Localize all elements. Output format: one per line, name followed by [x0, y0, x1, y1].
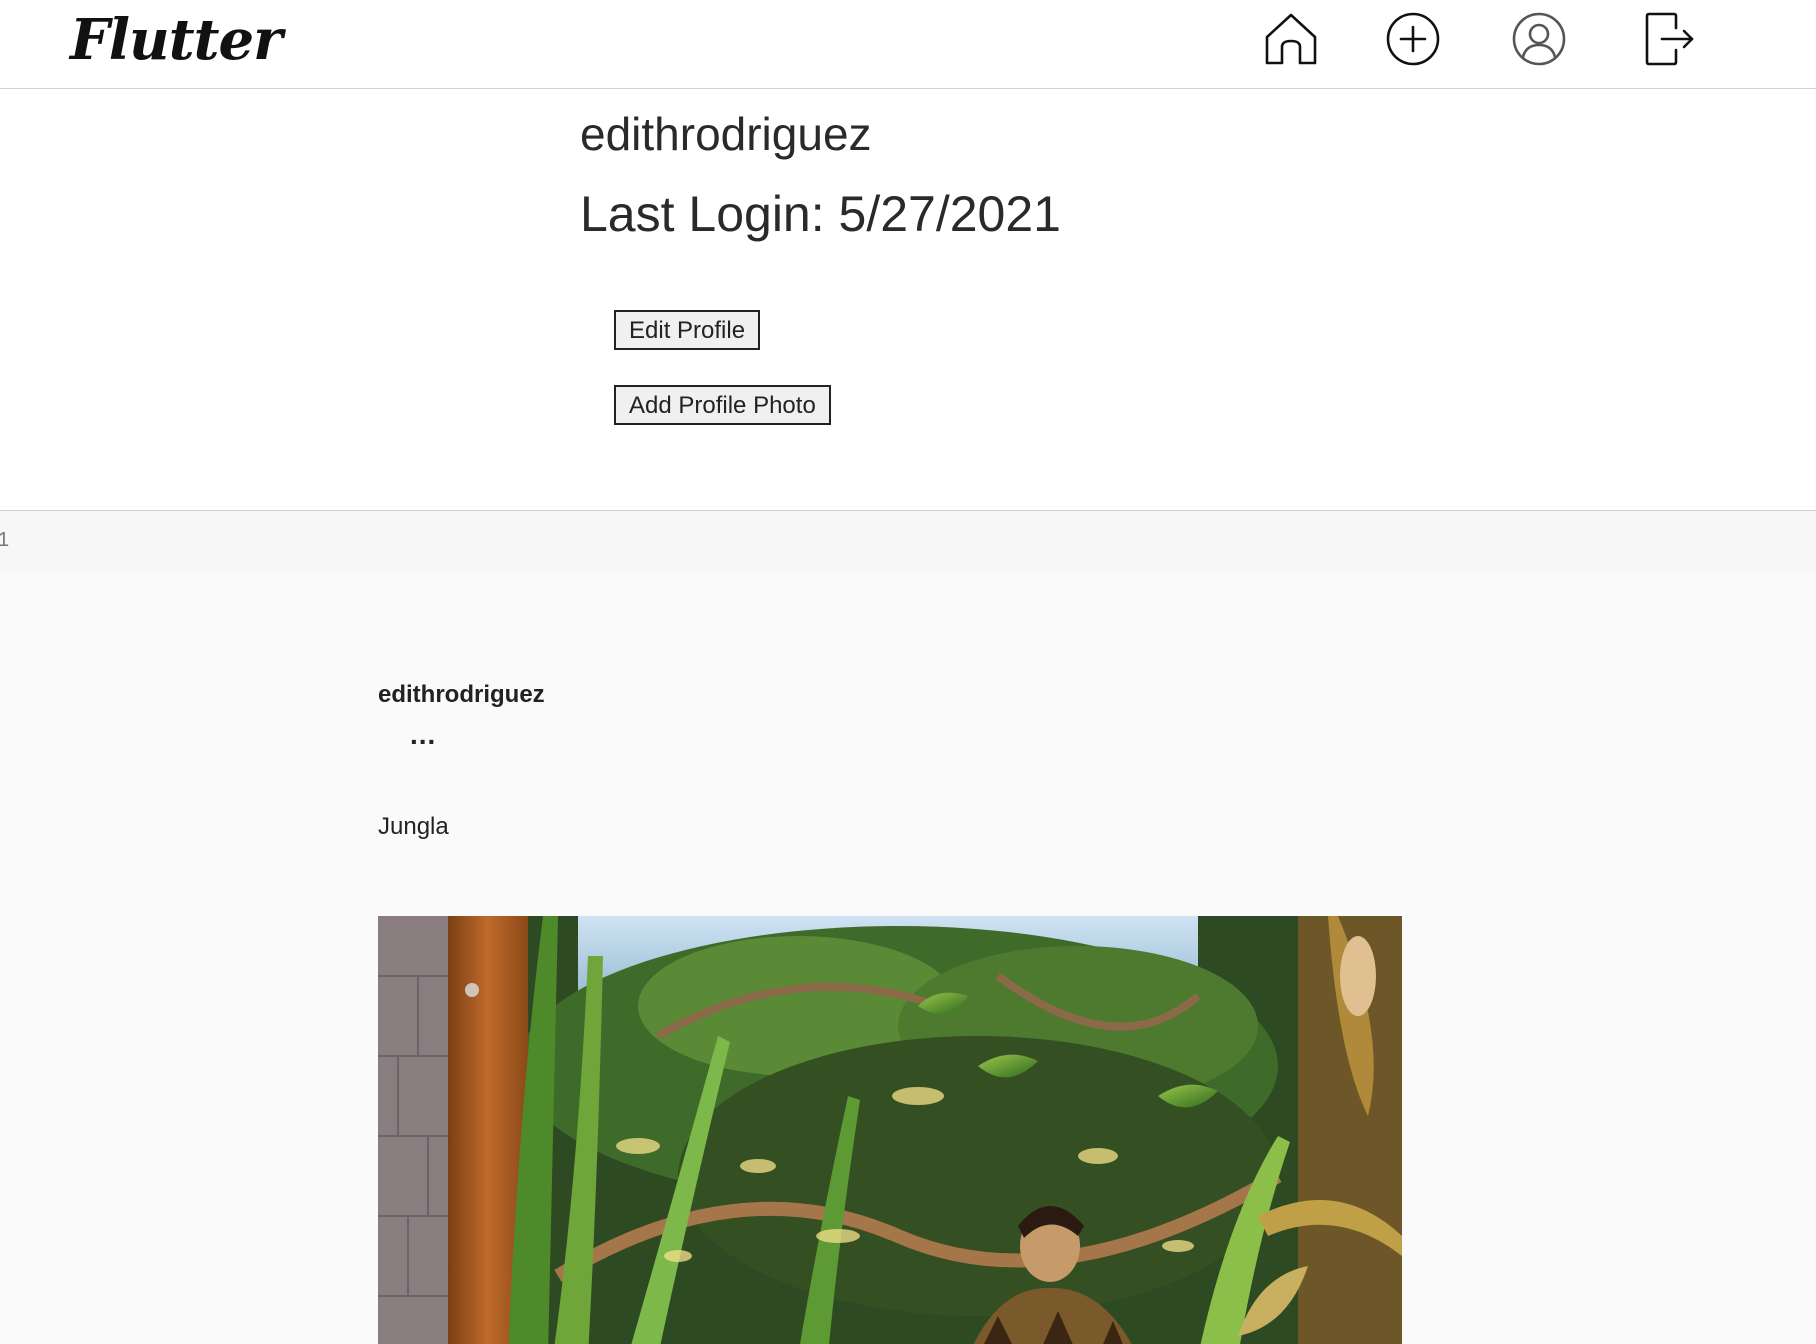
user-profile-icon[interactable] [1510, 10, 1568, 68]
post-author-name[interactable]: edithrodriguez [378, 681, 545, 709]
post-options-menu-icon[interactable]: ... [410, 721, 436, 749]
add-profile-photo-button[interactable]: Add Profile Photo [614, 385, 831, 425]
app-logo[interactable]: Flutter [70, 4, 283, 76]
page: Flutter edithrodriguez Last Login: 5/27/… [0, 0, 1816, 1344]
edit-profile-button[interactable]: Edit Profile [614, 310, 761, 350]
last-login-text: Last Login: 5/27/2021 [580, 186, 1061, 242]
post-caption: Jungla [378, 813, 449, 840]
profile-header: edithrodriguez Last Login: 5/27/2021 Edi… [0, 89, 1816, 509]
post-photo [378, 916, 1402, 1344]
profile-username: edithrodriguez [580, 108, 872, 160]
add-circle-icon[interactable] [1384, 10, 1442, 68]
logout-icon[interactable] [1640, 10, 1698, 68]
post-feed: edithrodriguez ... Jungla [0, 573, 1816, 1344]
divider-strip: 1 [0, 510, 1816, 574]
strip-text: 1 [0, 529, 10, 551]
home-icon[interactable] [1262, 10, 1320, 68]
top-navbar: Flutter [0, 0, 1816, 89]
